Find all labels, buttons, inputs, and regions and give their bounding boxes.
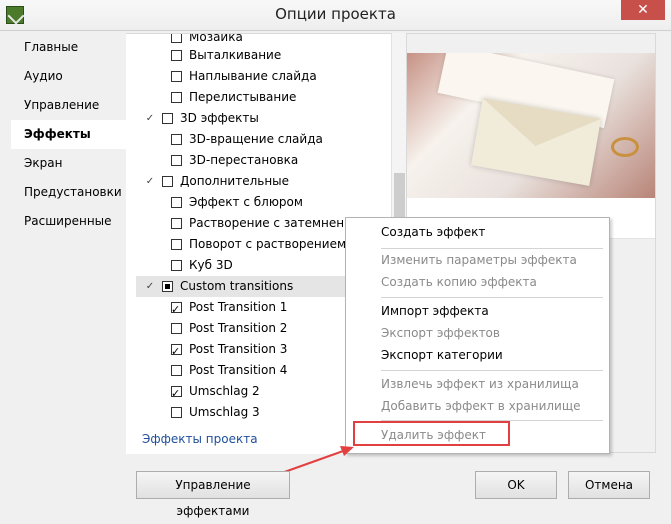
tree-checkbox[interactable] — [171, 365, 182, 376]
tree-item-label: 3D-перестановка — [189, 153, 299, 167]
tree-checkbox[interactable] — [171, 92, 182, 103]
tree-checkbox[interactable] — [171, 155, 182, 166]
menu-item-extract-effect[interactable]: Извлечь эффект из хранилища — [346, 373, 609, 395]
annotation-highlight-box — [353, 421, 510, 446]
tree-item-label: Post Transition 1 — [189, 300, 288, 314]
sidebar-item-screen[interactable]: Экран — [11, 149, 126, 178]
tree-item-label: Наплывание слайда — [189, 69, 317, 83]
tree-checkbox[interactable] — [171, 197, 182, 208]
tree-item-label: Перелистывание — [189, 90, 297, 104]
tree-checkbox[interactable] — [171, 383, 182, 404]
sidebar-nav: Главные Аудио Управление Эффекты Экран П… — [11, 33, 126, 453]
tree-group-label: 3D эффекты — [180, 111, 259, 125]
context-menu: Создать эффект Изменить параметры эффект… — [345, 217, 610, 454]
tree-item-label: Куб 3D — [189, 258, 233, 272]
tree-checkbox[interactable] — [171, 299, 182, 320]
cancel-button[interactable]: Отмена — [568, 471, 650, 499]
tree-group-label: Дополнительные — [180, 174, 290, 188]
tree-item[interactable]: Выталкивание — [126, 45, 391, 66]
tree-item-label: Растворение с затемнением — [189, 216, 369, 230]
tree-checkbox[interactable] — [171, 71, 182, 82]
tree-group[interactable]: ✓ Дополнительные — [126, 171, 391, 192]
chevron-down-icon[interactable]: ✓ — [143, 171, 157, 192]
sidebar-item-effects[interactable]: Эффекты — [11, 120, 126, 149]
tree-item[interactable]: 3D-вращение слайда — [126, 129, 391, 150]
menu-separator — [381, 297, 603, 298]
tree-item-label: 3D-вращение слайда — [189, 132, 323, 146]
ok-button[interactable]: OK — [475, 471, 557, 499]
menu-item-export-category[interactable]: Экспорт категории — [346, 344, 609, 366]
menu-item-create-effect[interactable]: Создать эффект — [346, 221, 609, 243]
sidebar-item-advanced[interactable]: Расширенные — [11, 207, 126, 236]
sidebar-item-main[interactable]: Главные — [11, 33, 126, 62]
tree-checkbox[interactable] — [171, 134, 182, 145]
tree-checkbox[interactable] — [171, 218, 182, 229]
chevron-down-icon[interactable]: ✓ — [143, 108, 157, 129]
tree-checkbox[interactable] — [171, 239, 182, 250]
tree-checkbox[interactable] — [171, 323, 182, 334]
tree-item-label: Эффект с блюром — [189, 195, 303, 209]
tree-item-label: Post Transition 2 — [189, 321, 288, 335]
tree-checkbox[interactable] — [162, 281, 173, 292]
rings-shape — [611, 137, 639, 157]
menu-item-copy-effect[interactable]: Создать копию эффекта — [346, 271, 609, 293]
tree-item[interactable]: Перелистывание — [126, 87, 391, 108]
menu-item-import-effect[interactable]: Импорт эффекта — [346, 300, 609, 322]
project-effects-label: Эффекты проекта — [142, 432, 258, 446]
tree-group-label: Custom transitions — [180, 279, 294, 293]
tree-checkbox[interactable] — [171, 407, 182, 418]
menu-item-export-effects[interactable]: Экспорт эффектов — [346, 322, 609, 344]
tree-item-label: Umschlag 2 — [189, 384, 260, 398]
menu-separator — [381, 370, 603, 371]
tree-checkbox[interactable] — [171, 341, 182, 362]
window-title: Опции проекта — [275, 5, 396, 23]
menu-item-add-to-storage[interactable]: Добавить эффект в хранилище — [346, 395, 609, 417]
tree-checkbox[interactable] — [171, 34, 182, 43]
tree-item[interactable]: Эффект с блюром — [126, 192, 391, 213]
tree-item[interactable]: 3D-перестановка — [126, 150, 391, 171]
effect-preview-image — [406, 53, 656, 198]
tree-item-label: Выталкивание — [189, 48, 282, 62]
close-button[interactable]: ✕ — [621, 0, 665, 20]
tree-checkbox[interactable] — [162, 176, 173, 187]
sidebar-item-control[interactable]: Управление — [11, 91, 126, 120]
tree-item-label: Umschlag 3 — [189, 405, 260, 419]
manage-effects-button[interactable]: Управление эффектами — [136, 471, 290, 518]
chevron-down-icon[interactable]: ✓ — [143, 276, 157, 297]
tree-item[interactable]: Наплывание слайда — [126, 66, 391, 87]
tree-checkbox[interactable] — [171, 50, 182, 61]
sidebar-item-audio[interactable]: Аудио — [11, 62, 126, 91]
menu-item-edit-effect[interactable]: Изменить параметры эффекта — [346, 249, 609, 271]
tree-group-selected[interactable]: ✓ Custom transitions — [136, 276, 348, 297]
tree-checkbox[interactable] — [162, 113, 173, 124]
tree-item-label: Post Transition 4 — [189, 363, 288, 377]
tree-checkbox[interactable] — [171, 260, 182, 271]
tree-item-label: Post Transition 3 — [189, 342, 288, 356]
title-bar: Опции проекта ✕ — [0, 0, 671, 31]
tree-group[interactable]: ✓ 3D эффекты — [126, 108, 391, 129]
sidebar-item-presets[interactable]: Предустановки — [11, 178, 126, 207]
tree-item-label: Поворот с растворением — [189, 237, 347, 251]
